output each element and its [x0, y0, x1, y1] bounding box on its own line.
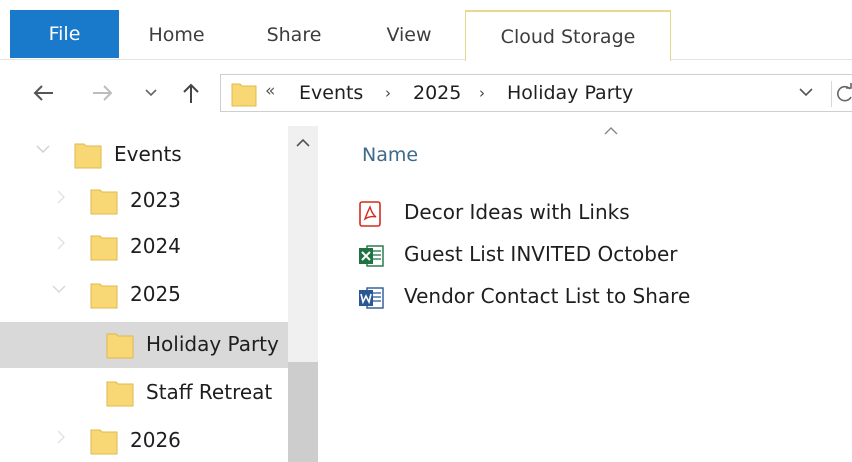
tab-share[interactable]: Share [234, 10, 354, 60]
tree-item-staff-retreat[interactable]: Staff Retreat [0, 370, 288, 416]
chevron-right-icon[interactable] [56, 430, 66, 444]
file-list: Name Decor Ideas with Links Guest List I… [318, 126, 852, 462]
forward-button[interactable] [88, 78, 118, 108]
file-item[interactable]: Vendor Contact List to Share [358, 278, 818, 316]
file-name: Vendor Contact List to Share [404, 284, 691, 308]
tree-label: 2025 [130, 282, 181, 306]
file-name: Decor Ideas with Links [404, 200, 630, 224]
tree-item-holiday-party[interactable]: Holiday Party [0, 322, 288, 368]
breadcrumb-separator[interactable]: › [479, 84, 485, 102]
folder-icon [106, 381, 134, 407]
tree-item-2025[interactable]: 2025 [0, 272, 288, 318]
arrow-right-icon [93, 85, 113, 101]
tab-home[interactable]: Home [119, 10, 234, 60]
chevron-right-icon[interactable] [56, 190, 66, 204]
arrow-up-icon [183, 83, 199, 103]
navigation-pane: Events 2023 2024 2025 Holiday Party Staf… [0, 126, 318, 462]
folder-icon [90, 235, 118, 261]
folder-icon [74, 143, 102, 169]
tree-item-2023[interactable]: 2023 [0, 178, 288, 224]
folder-icon [90, 429, 118, 455]
recent-locations-button[interactable] [136, 78, 166, 108]
arrow-left-icon [33, 85, 53, 101]
scrollbar-thumb[interactable] [288, 362, 318, 462]
refresh-button[interactable] [831, 81, 852, 107]
chevron-down-icon[interactable] [799, 87, 813, 97]
pdf-icon [359, 201, 381, 227]
back-button[interactable] [28, 78, 58, 108]
breadcrumb-separator[interactable]: › [385, 84, 391, 102]
chevron-down-icon[interactable] [52, 284, 66, 294]
folder-icon [231, 83, 257, 107]
tree-label: 2023 [130, 188, 181, 212]
address-bar[interactable]: « Events › 2025 › Holiday Party [220, 74, 852, 112]
tree-label: 2024 [130, 234, 181, 258]
tab-cloud-storage[interactable]: Cloud Storage [465, 10, 671, 61]
tree-label: 2026 [130, 428, 181, 452]
tab-view[interactable]: View [354, 10, 464, 60]
breadcrumb-holiday-party[interactable]: Holiday Party [507, 82, 633, 104]
navigation-bar: « Events › 2025 › Holiday Party [0, 60, 852, 126]
breadcrumb-2025[interactable]: 2025 [413, 82, 461, 104]
refresh-icon [837, 83, 852, 102]
chevron-down-icon [145, 89, 157, 97]
tree-label: Events [114, 142, 182, 166]
tree-item-2026[interactable]: 2026 [0, 418, 288, 462]
scroll-up-icon[interactable] [296, 138, 310, 148]
file-item[interactable]: Guest List INVITED October [358, 236, 818, 274]
tree-label: Holiday Party [146, 332, 279, 356]
file-item[interactable]: Decor Ideas with Links [358, 194, 818, 232]
tab-file[interactable]: File [10, 10, 119, 58]
tree-item-events[interactable]: Events [0, 132, 288, 178]
up-button[interactable] [176, 78, 206, 108]
chevron-down-icon[interactable] [36, 144, 50, 154]
folder-icon [90, 189, 118, 215]
excel-icon [359, 245, 384, 267]
breadcrumb-overflow[interactable]: « [265, 81, 275, 101]
tree-label: Staff Retreat [146, 380, 273, 404]
navigation-pane-scrollbar[interactable] [288, 126, 318, 462]
folder-icon [90, 283, 118, 309]
chevron-right-icon[interactable] [56, 236, 66, 250]
tree-item-2024[interactable]: 2024 [0, 224, 288, 270]
word-icon [359, 287, 384, 309]
breadcrumb-events[interactable]: Events [299, 82, 363, 104]
ribbon: File Home Share View Cloud Storage [0, 0, 852, 61]
folder-icon [106, 333, 134, 359]
column-header-name[interactable]: Name [362, 144, 418, 166]
file-name: Guest List INVITED October [404, 242, 678, 266]
